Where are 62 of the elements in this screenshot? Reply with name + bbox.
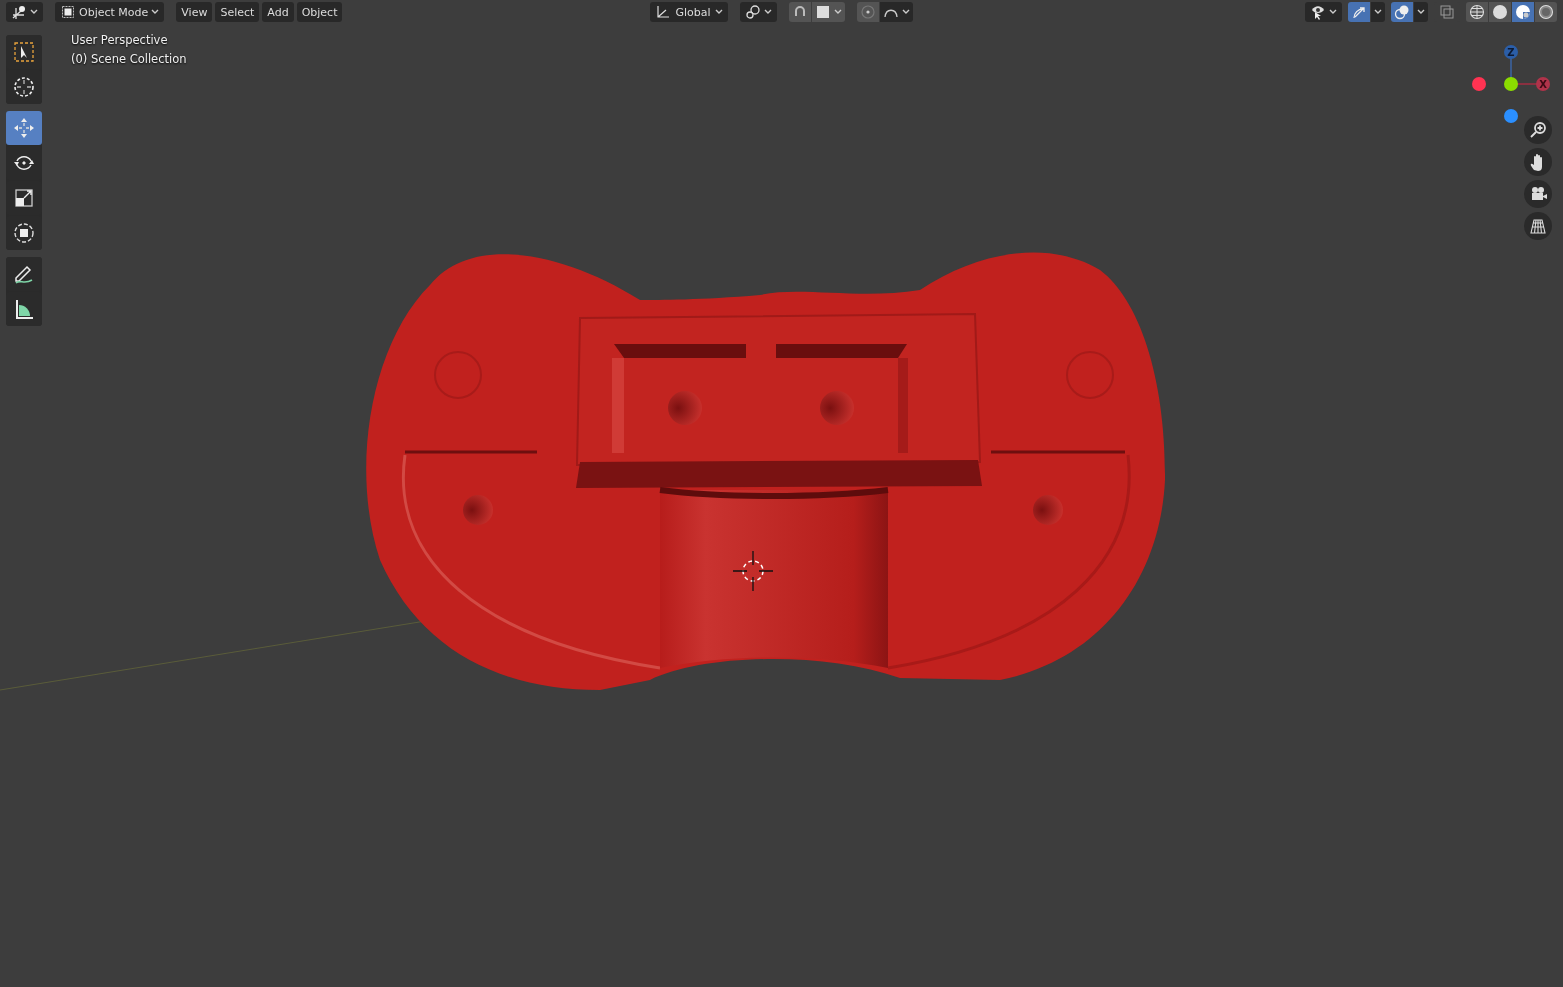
- menu-item[interactable]: Select: [215, 2, 260, 22]
- axis-handle[interactable]: [1472, 77, 1486, 91]
- selectability-dropdown[interactable]: [1305, 2, 1342, 22]
- caret-icon: [151, 9, 160, 15]
- snap-element-dropdown[interactable]: [812, 2, 845, 22]
- stacked-squares-icon: [1439, 4, 1455, 20]
- magnifier-plus-icon: [1529, 121, 1547, 139]
- caret-icon: [715, 9, 723, 15]
- material-sphere-icon: [1515, 4, 1531, 20]
- transform-icon: [12, 221, 36, 245]
- shading-mode-button[interactable]: [1466, 2, 1488, 22]
- object-box-icon: [60, 4, 76, 20]
- caret-icon: [30, 9, 38, 15]
- axis-handle[interactable]: [1504, 109, 1518, 123]
- scale-icon: [12, 186, 36, 210]
- proportional-edit-toggle[interactable]: [857, 2, 879, 22]
- menu-item[interactable]: Add: [262, 2, 294, 22]
- pivot-point-dropdown[interactable]: [740, 2, 777, 22]
- gizmo-toggle[interactable]: [1348, 2, 1370, 22]
- snap-toggle[interactable]: [789, 2, 811, 22]
- link-rings-icon: [745, 4, 761, 20]
- eye-cursor-icon: [1310, 4, 1326, 20]
- pan-button[interactable]: [1524, 148, 1552, 176]
- editor-type-button[interactable]: [6, 2, 43, 22]
- caret-icon: [764, 9, 772, 15]
- four-arrows-icon: [12, 116, 36, 140]
- menu-item[interactable]: Object: [296, 2, 343, 22]
- axes-icon: [655, 4, 671, 20]
- falloff-dropdown[interactable]: [880, 2, 913, 22]
- solid-sphere-icon: [1492, 4, 1508, 20]
- camera-view-button[interactable]: [1524, 180, 1552, 208]
- arrow-arc-icon: [1351, 4, 1367, 20]
- shading-mode-button[interactable]: [1512, 2, 1534, 22]
- viewport-info-text: User Perspective: [71, 33, 169, 47]
- rendered-sphere-icon: [1538, 4, 1554, 20]
- shading-mode-button[interactable]: [1535, 2, 1557, 22]
- viewport-info-text: (0) Scene Collection: [71, 52, 187, 66]
- caret-icon: [1417, 9, 1425, 15]
- perspective-toggle-button[interactable]: [1524, 212, 1552, 240]
- caret-icon: [834, 9, 842, 15]
- overlapping-circles-icon: [1394, 4, 1410, 20]
- caret-icon: [1329, 9, 1337, 15]
- dashed-circle-icon: [12, 75, 36, 99]
- overlays-dropdown[interactable]: [1414, 2, 1428, 22]
- gizmo-dropdown[interactable]: [1371, 2, 1385, 22]
- menu-item[interactable]: View: [176, 2, 213, 22]
- square-icon: [815, 4, 831, 20]
- shading-mode-button[interactable]: [1489, 2, 1511, 22]
- 3d-cursor-icon: [732, 550, 774, 592]
- target-dot-icon: [860, 4, 876, 20]
- grid-icon: [1529, 217, 1547, 235]
- axis-handle[interactable]: [1504, 77, 1518, 91]
- wire-sphere-icon: [1469, 4, 1485, 20]
- caret-icon: [1374, 9, 1382, 15]
- overlays-toggle[interactable]: [1391, 2, 1413, 22]
- axes-icon: [11, 4, 27, 20]
- mode-dropdown[interactable]: Object Mode: [55, 2, 165, 22]
- transform-orientation-dropdown[interactable]: Global: [650, 2, 728, 22]
- caret-icon: [902, 9, 910, 15]
- zoom-button[interactable]: [1524, 116, 1552, 144]
- select-box-icon: [12, 40, 36, 64]
- movie-camera-icon: [1529, 185, 1547, 203]
